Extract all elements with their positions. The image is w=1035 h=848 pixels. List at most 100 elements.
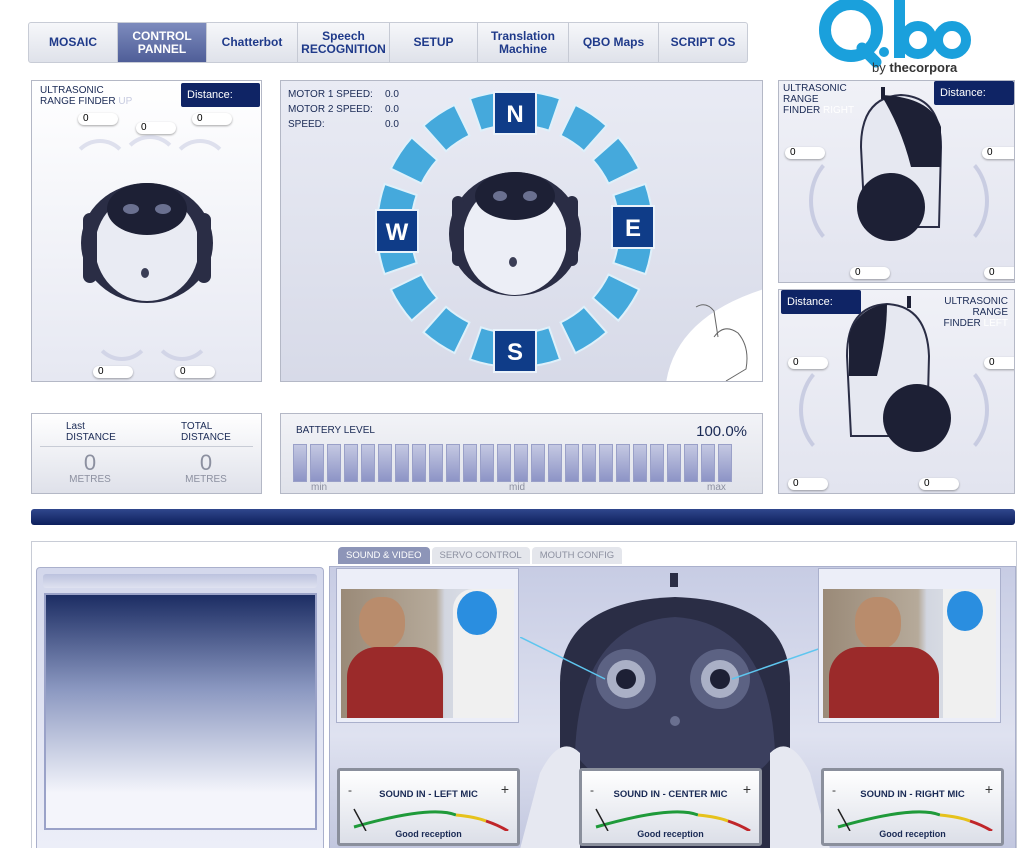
- tab-script-os[interactable]: SCRIPT OS: [659, 23, 747, 62]
- meter-scale: [837, 808, 993, 831]
- battery-cell: [548, 444, 562, 482]
- battery-cell: [531, 444, 545, 482]
- app-root: MOSAIC CONTROL PANNEL Chatterbot Speech …: [0, 0, 1035, 848]
- motor-control-panel: MOTOR 1 SPEED: 0.0 MOTOR 2 SPEED: 0.0 SPEE…: [280, 80, 763, 382]
- tab-mosaic[interactable]: MOSAIC: [29, 23, 118, 62]
- battery-cell: [633, 444, 647, 482]
- compass-east-button[interactable]: E: [611, 205, 655, 249]
- sensor-reading: 0: [984, 267, 1014, 279]
- battery-cell: [667, 444, 681, 482]
- total-distance-value: 0: [199, 450, 213, 475]
- video-frame-header: [43, 574, 317, 588]
- sensor-reading: 0: [785, 147, 825, 159]
- sensor-reading: 0: [78, 113, 118, 125]
- battery-cell: [582, 444, 596, 482]
- tab-mouth-config[interactable]: MOUTH CONFIG: [531, 547, 623, 564]
- ultrasonic-right-panel: ULTRASONIC RANGE FINDER RIGHT Distance: …: [778, 80, 1015, 283]
- robot-side-view: [845, 296, 951, 452]
- compass-segment[interactable]: [559, 103, 609, 153]
- meter-title: SOUND IN - LEFT MIC: [379, 789, 478, 800]
- compass-segment[interactable]: [421, 103, 471, 153]
- distance-stats-panel: Last DISTANCE TOTAL DISTANCE 0 0 METRES ME…: [31, 413, 262, 494]
- battery-cell: [378, 444, 392, 482]
- sonar-wave: [92, 301, 152, 361]
- battery-panel: BATTERY LEVEL 100.0% min mid max: [280, 413, 763, 494]
- tab-qbo-maps[interactable]: QBO Maps: [569, 23, 659, 62]
- compass-segment[interactable]: [559, 305, 609, 355]
- compass-segment[interactable]: [421, 305, 471, 355]
- battery-min: min: [311, 482, 328, 493]
- battery-cell: [565, 444, 579, 482]
- battery-cell: [497, 444, 511, 482]
- battery-cell: [446, 444, 460, 482]
- battery-cell: [718, 444, 732, 482]
- compass-west-button[interactable]: W: [375, 209, 419, 253]
- meter-status: Good reception: [395, 829, 462, 839]
- left-camera-image: [341, 589, 514, 718]
- battery-cell: [463, 444, 477, 482]
- sensor-reading: 0: [984, 357, 1014, 369]
- sonar-wave: [152, 301, 212, 361]
- last-distance-unit: METRES: [69, 474, 111, 485]
- sensor-reading: 0: [175, 366, 215, 378]
- tab-servo-control[interactable]: SERVO CONTROL: [431, 547, 530, 564]
- meter-scale: [595, 808, 751, 831]
- sensor-reading: 0: [93, 366, 133, 378]
- meter-status: Good reception: [879, 829, 946, 839]
- total-distance-label: TOTAL DISTANCE: [181, 421, 231, 443]
- tab-control-pannel[interactable]: CONTROL PANNEL: [118, 23, 207, 62]
- sensor-reading: 0: [850, 267, 890, 279]
- battery-cell: [650, 444, 664, 482]
- battery-percent: 100.0%: [696, 423, 747, 440]
- ultrasonic-up-panel: ULTRASONIC RANGE FINDER UP Distance: 0 0…: [31, 80, 262, 382]
- tab-chatterbot[interactable]: Chatterbot: [207, 23, 298, 62]
- compass-segment[interactable]: [591, 273, 641, 323]
- battery-mid: mid: [509, 482, 526, 493]
- battery-cell: [293, 444, 307, 482]
- ultrasonic-left-panel: Distance: ULTRASONIC RANGE FINDER LEFT 0…: [778, 289, 1015, 494]
- sensor-reading: 0: [788, 478, 828, 490]
- tab-speech-recognition[interactable]: Speech RECOGNITION: [298, 23, 390, 62]
- ultrasonic-up-label: ULTRASONIC RANGE FINDER UP: [40, 85, 133, 107]
- mouse-hand-icon: [666, 289, 762, 381]
- stats-divider: [40, 446, 253, 447]
- tab-setup[interactable]: SETUP: [390, 23, 478, 62]
- meter-status: Good reception: [637, 829, 704, 839]
- battery-cell: [480, 444, 494, 482]
- tab-sound-video[interactable]: SOUND & VIDEO: [338, 547, 430, 564]
- compass-south-button[interactable]: S: [493, 329, 537, 373]
- main-nav: MOSAIC CONTROL PANNEL Chatterbot Speech …: [28, 22, 748, 63]
- meter-title: SOUND IN - CENTER MIC: [613, 789, 728, 800]
- meter-scale: [353, 808, 509, 831]
- sensor-reading: 0: [788, 357, 828, 369]
- right-mic-meter: - + SOUND IN - RIGHT MIC Good reception: [821, 768, 1004, 846]
- logo-byline: by thecorpora: [872, 60, 958, 75]
- battery-cell: [361, 444, 375, 482]
- tab-translation-machine[interactable]: Translation Machine: [478, 23, 569, 62]
- compass-segment[interactable]: [389, 273, 439, 323]
- left-camera-view: [336, 568, 519, 723]
- video-display: [44, 593, 317, 830]
- battery-title: BATTERY LEVEL: [296, 425, 375, 436]
- distance-label-box: Distance:: [181, 83, 260, 107]
- compass-segment[interactable]: [591, 135, 641, 185]
- sensor-reading: 0: [919, 478, 959, 490]
- last-distance-value: 0: [83, 450, 97, 475]
- right-camera-view: [818, 568, 1001, 723]
- battery-max: max: [707, 482, 726, 493]
- total-distance-unit: METRES: [185, 474, 227, 485]
- camera-link-lines: [520, 637, 830, 680]
- media-subtabs: SOUND & VIDEO SERVO CONTROL MOUTH CONFIG: [338, 547, 623, 564]
- sensor-reading: 0: [136, 122, 176, 134]
- compass-north-button[interactable]: N: [493, 91, 537, 135]
- compass-segment[interactable]: [389, 135, 439, 185]
- center-mic-meter: - + SOUND IN - CENTER MIC Good reception: [579, 768, 762, 846]
- battery-cell: [701, 444, 715, 482]
- sensor-reading: 0: [192, 113, 232, 125]
- robot-side-view: [857, 87, 943, 241]
- section-divider: [31, 509, 1015, 525]
- right-camera-image: [823, 589, 996, 718]
- sensor-reading: 0: [982, 147, 1014, 159]
- meter-title: SOUND IN - RIGHT MIC: [860, 789, 965, 800]
- battery-cell: [684, 444, 698, 482]
